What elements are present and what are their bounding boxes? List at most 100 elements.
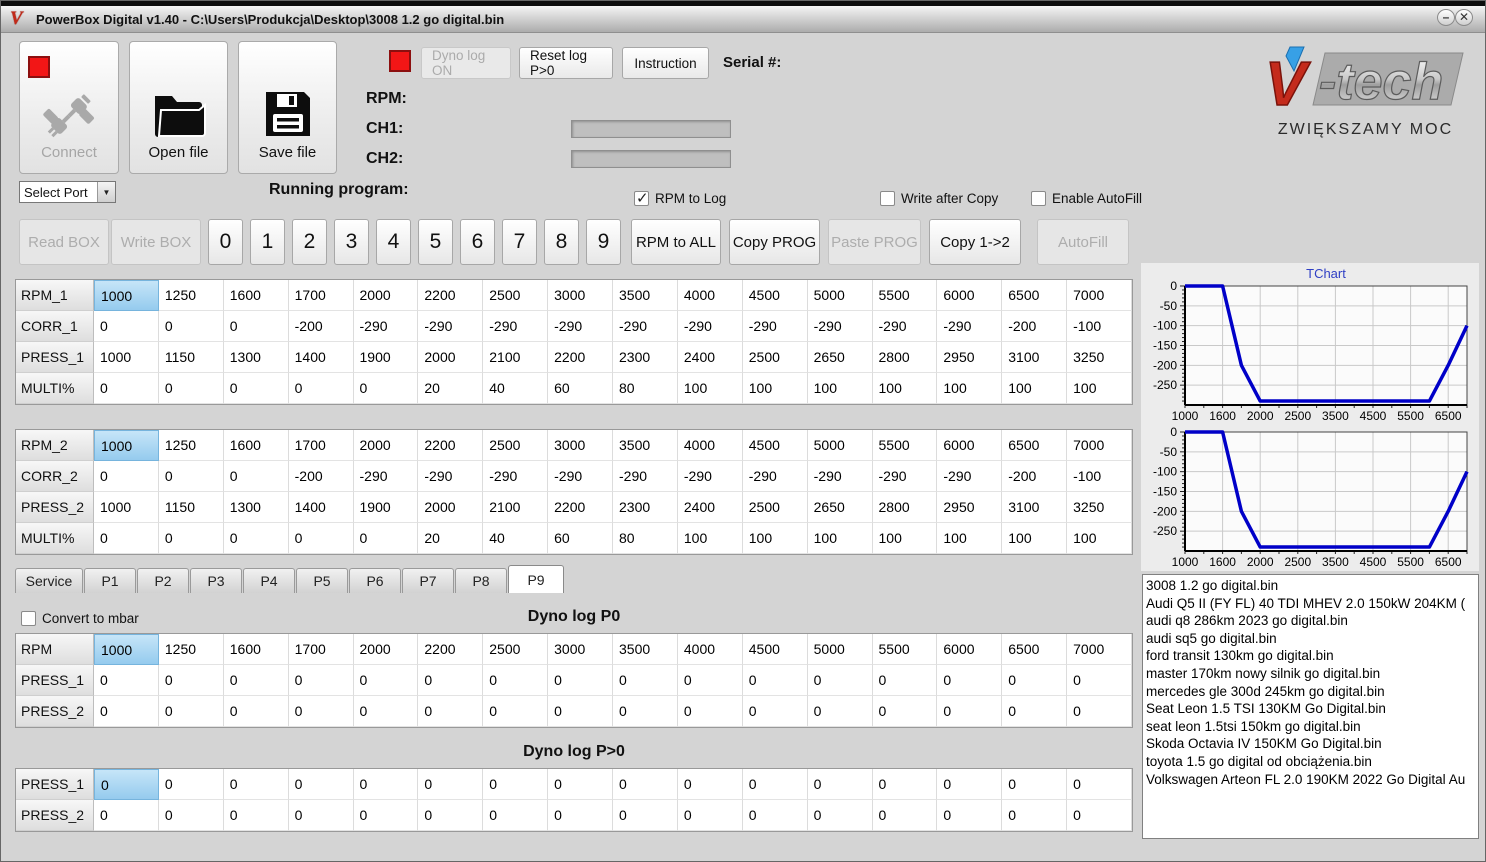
cell-PRESS_1-2[interactable]: 1300 (223, 342, 289, 373)
cell-PRESS_2-0[interactable]: 1000 (94, 492, 159, 523)
cell-PRESS_2-13[interactable]: 0 (937, 800, 1003, 831)
cell-PRESS_2-3[interactable]: 0 (288, 696, 354, 727)
cell-PRESS_2-14[interactable]: 3100 (1002, 492, 1068, 523)
cell-CORR_1-8[interactable]: -290 (613, 311, 678, 342)
cell-PRESS_1-11[interactable]: 0 (807, 769, 873, 800)
cell-MULTI%-13[interactable]: 100 (937, 373, 1003, 404)
cell-MULTI%-2[interactable]: 0 (223, 523, 289, 554)
program-button-6[interactable]: 6 (460, 219, 495, 265)
cell-PRESS_2-8[interactable]: 0 (613, 800, 678, 831)
cell-MULTI%-10[interactable]: 100 (742, 373, 808, 404)
cell-PRESS_2-10[interactable]: 0 (742, 696, 808, 727)
cell-RPM_2-15[interactable]: 7000 (1067, 430, 1132, 461)
select-port-dropdown[interactable]: Select Port ▼ (19, 181, 116, 203)
cell-RPM-3[interactable]: 1700 (288, 634, 354, 665)
cell-CORR_2-9[interactable]: -290 (677, 461, 743, 492)
cell-MULTI%-11[interactable]: 100 (807, 523, 873, 554)
cell-RPM_2-11[interactable]: 5000 (807, 430, 873, 461)
write-after-copy-checkbox[interactable]: Write after Copy (880, 191, 998, 206)
file-list-item[interactable]: seat leon 1.5tsi 150km go digital.bin (1146, 718, 1478, 736)
cell-PRESS_2-7[interactable]: 0 (548, 696, 613, 727)
cell-CORR_2-2[interactable]: 0 (223, 461, 289, 492)
cell-PRESS_1-0[interactable]: 0 (94, 665, 159, 696)
cell-PRESS_2-10[interactable]: 0 (742, 800, 808, 831)
cell-PRESS_2-6[interactable]: 0 (483, 800, 549, 831)
cell-PRESS_1-5[interactable]: 0 (418, 769, 484, 800)
cell-RPM-2[interactable]: 1600 (223, 634, 289, 665)
cell-PRESS_2-8[interactable]: 2300 (613, 492, 678, 523)
cell-CORR_2-1[interactable]: 0 (158, 461, 224, 492)
cell-PRESS_1-1[interactable]: 0 (158, 665, 224, 696)
cell-MULTI%-9[interactable]: 100 (677, 373, 743, 404)
cell-RPM_1-13[interactable]: 6000 (937, 280, 1003, 311)
cell-PRESS_1-1[interactable]: 0 (158, 769, 224, 800)
cell-PRESS_1-13[interactable]: 2950 (937, 342, 1003, 373)
file-list-item[interactable]: 3008 1.2 go digital.bin (1146, 577, 1478, 595)
file-list-item[interactable]: master 170km nowy silnik go digital.bin (1146, 665, 1478, 683)
cell-MULTI%-8[interactable]: 80 (613, 523, 678, 554)
cell-MULTI%-14[interactable]: 100 (1002, 373, 1068, 404)
cell-PRESS_1-7[interactable]: 0 (548, 769, 613, 800)
cell-PRESS_2-1[interactable]: 0 (158, 696, 224, 727)
cell-PRESS_2-0[interactable]: 0 (94, 696, 159, 727)
cell-RPM_2-9[interactable]: 4000 (677, 430, 743, 461)
cell-RPM_2-7[interactable]: 3000 (548, 430, 613, 461)
file-list-item[interactable]: ford transit 130km go digital.bin (1146, 647, 1478, 665)
cell-PRESS_2-7[interactable]: 2200 (548, 492, 613, 523)
cell-RPM_1-12[interactable]: 5500 (872, 280, 938, 311)
program-button-3[interactable]: 3 (334, 219, 369, 265)
cell-PRESS_1-1[interactable]: 1150 (158, 342, 224, 373)
cell-CORR_1-12[interactable]: -290 (872, 311, 938, 342)
cell-PRESS_1-10[interactable]: 2500 (742, 342, 808, 373)
cell-PRESS_1-13[interactable]: 0 (937, 665, 1003, 696)
cell-PRESS_2-6[interactable]: 2100 (483, 492, 549, 523)
cell-MULTI%-15[interactable]: 100 (1067, 373, 1132, 404)
program-button-7[interactable]: 7 (502, 219, 537, 265)
cell-PRESS_1-12[interactable]: 0 (872, 665, 938, 696)
cell-PRESS_2-1[interactable]: 0 (158, 800, 224, 831)
cell-PRESS_2-4[interactable]: 0 (353, 696, 419, 727)
cell-PRESS_2-5[interactable]: 0 (418, 800, 484, 831)
cell-PRESS_1-13[interactable]: 0 (937, 769, 1003, 800)
chevron-down-icon[interactable]: ▼ (97, 182, 115, 202)
cell-CORR_2-7[interactable]: -290 (548, 461, 613, 492)
cell-PRESS_1-12[interactable]: 0 (872, 769, 938, 800)
cell-RPM-0[interactable]: 1000 (94, 634, 159, 665)
cell-CORR_1-14[interactable]: -200 (1002, 311, 1068, 342)
cell-PRESS_2-0[interactable]: 0 (94, 800, 159, 831)
cell-PRESS_2-2[interactable]: 0 (223, 696, 289, 727)
cell-CORR_1-13[interactable]: -290 (937, 311, 1003, 342)
cell-PRESS_1-7[interactable]: 0 (548, 665, 613, 696)
cell-RPM_1-0[interactable]: 1000 (94, 280, 159, 311)
cell-PRESS_2-15[interactable]: 0 (1067, 696, 1132, 727)
cell-MULTI%-6[interactable]: 40 (483, 523, 549, 554)
program-button-1[interactable]: 1 (250, 219, 285, 265)
program-button-2[interactable]: 2 (292, 219, 327, 265)
cell-CORR_1-4[interactable]: -290 (353, 311, 419, 342)
cell-CORR_2-8[interactable]: -290 (613, 461, 678, 492)
cell-PRESS_2-1[interactable]: 1150 (158, 492, 224, 523)
cell-MULTI%-7[interactable]: 60 (548, 523, 613, 554)
cell-MULTI%-9[interactable]: 100 (677, 523, 743, 554)
cell-MULTI%-8[interactable]: 80 (613, 373, 678, 404)
file-list-item[interactable]: Volkswagen Arteon FL 2.0 190KM 2022 Go D… (1146, 771, 1478, 789)
instruction-button[interactable]: Instruction (622, 47, 709, 79)
cell-PRESS_1-4[interactable]: 0 (353, 769, 419, 800)
cell-RPM_1-2[interactable]: 1600 (223, 280, 289, 311)
cell-PRESS_2-12[interactable]: 0 (872, 800, 938, 831)
open-file-button[interactable]: Open file (129, 41, 228, 174)
cell-RPM-14[interactable]: 6500 (1002, 634, 1068, 665)
cell-PRESS_1-15[interactable]: 0 (1067, 665, 1132, 696)
cell-CORR_1-9[interactable]: -290 (677, 311, 743, 342)
cell-MULTI%-0[interactable]: 0 (94, 373, 159, 404)
cell-PRESS_1-6[interactable]: 0 (483, 769, 549, 800)
cell-RPM_2-6[interactable]: 2500 (483, 430, 549, 461)
cell-PRESS_1-3[interactable]: 0 (288, 665, 354, 696)
cell-MULTI%-1[interactable]: 0 (158, 373, 224, 404)
minimize-button[interactable]: – (1437, 9, 1455, 26)
cell-RPM-1[interactable]: 1250 (158, 634, 224, 665)
cell-PRESS_1-3[interactable]: 1400 (288, 342, 354, 373)
rpm-to-all-button[interactable]: RPM to ALL (631, 219, 721, 265)
cell-PRESS_2-12[interactable]: 0 (872, 696, 938, 727)
tab-p2[interactable]: P2 (137, 568, 189, 593)
